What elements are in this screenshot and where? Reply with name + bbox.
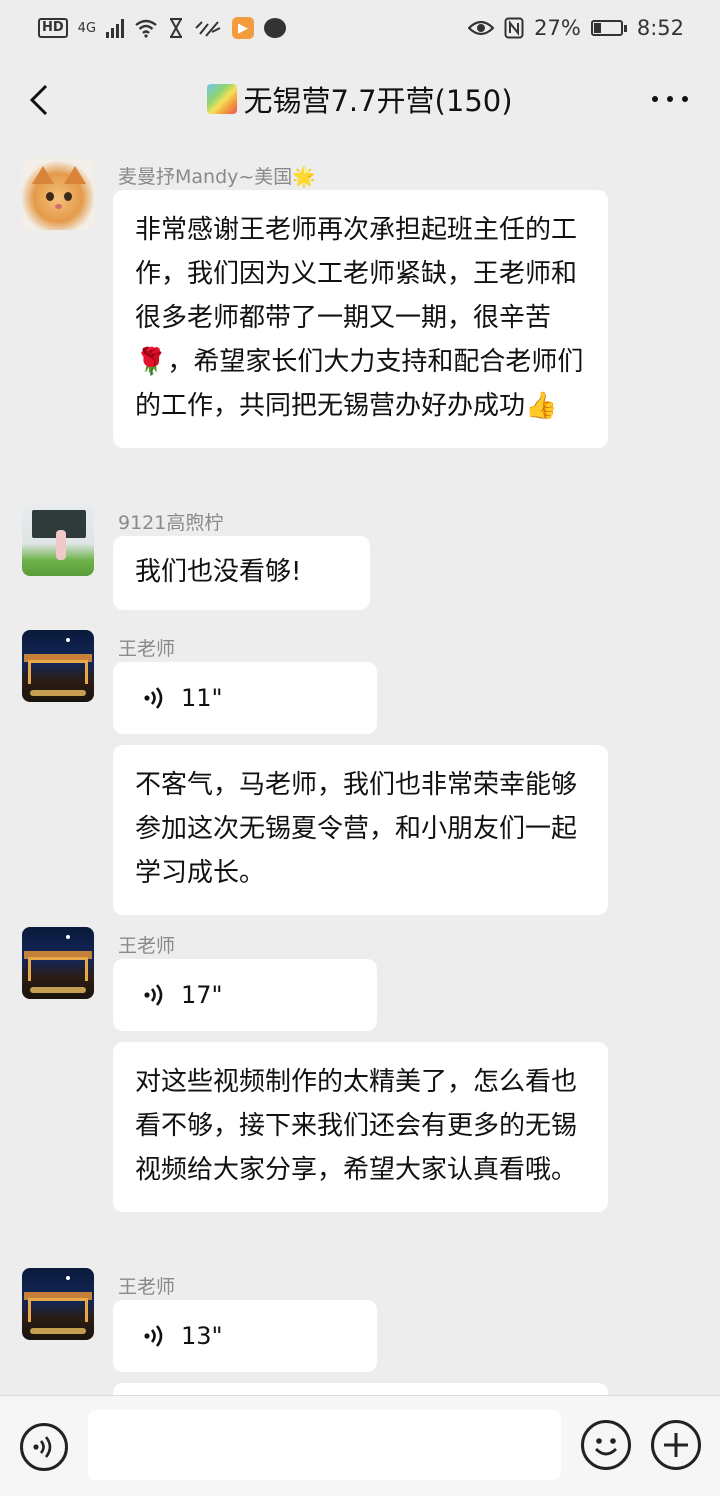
back-arrow-icon[interactable] [22, 80, 62, 120]
sender-name: 麦曼抒Mandy~美国🌟 [118, 166, 316, 188]
message-bubble[interactable]: 非常感谢王老师再次承担起班主任的工作，我们因为义工老师紧缺，王老师和很多老师都带… [113, 190, 608, 448]
hd-indicator: HD [38, 18, 68, 38]
message-bubble[interactable]: 不客气，马老师，我们也非常荣幸能够参加这次无锡夏令营，和小朋友们一起学习成长。 [113, 745, 608, 915]
clock: 8:52 [636, 16, 684, 40]
voice-wave-icon [144, 1325, 163, 1347]
emoji-icon[interactable] [581, 1420, 631, 1470]
input-bar [0, 1395, 720, 1496]
signal-icon [106, 18, 125, 38]
voice-message[interactable]: 11" [113, 662, 377, 734]
message-bubble[interactable]: 我们也没看够! [113, 536, 370, 610]
status-bar: HD 4G ▶ 27% 8:52 [0, 0, 720, 56]
chat-title: 无锡营7.7开营(150) [243, 84, 513, 118]
voice-input-icon[interactable] [20, 1423, 68, 1471]
voice-wave-icon [144, 687, 163, 709]
voice-duration: 13" [181, 1322, 223, 1350]
avatar-photo[interactable] [22, 504, 94, 576]
status-left: HD 4G ▶ [38, 17, 287, 39]
battery-icon [590, 20, 627, 36]
sender-name: 王老师 [118, 935, 176, 957]
voice-duration: 11" [181, 684, 223, 712]
hourglass-icon [170, 18, 183, 38]
status-right: 27% 8:52 [468, 16, 684, 40]
message-input[interactable] [88, 1410, 561, 1480]
sender-name: 9121高煦柠 [118, 512, 224, 534]
avatar-teacher[interactable] [22, 927, 94, 999]
more-options-icon[interactable] [652, 96, 688, 102]
chat-title-group: 无锡营7.7开营(150) [207, 78, 513, 120]
plus-icon[interactable] [651, 1420, 701, 1470]
avatar-teacher[interactable] [22, 1268, 94, 1340]
wifi-icon [135, 19, 157, 38]
avatar-teacher[interactable] [22, 630, 94, 702]
voice-duration: 17" [181, 981, 223, 1009]
eye-comfort-icon [468, 20, 495, 36]
rainbow-emoji-icon [207, 84, 238, 114]
avatar-cat[interactable] [22, 158, 94, 230]
voice-wave-icon [144, 984, 163, 1006]
calligraphy-app-icon [195, 21, 221, 37]
video-app-icon: ▶ [232, 17, 255, 39]
chat-header: 无锡营7.7开营(150) [0, 62, 720, 136]
voice-message[interactable]: 13" [113, 1300, 377, 1372]
battery-percent: 27% [534, 16, 581, 40]
network-type: 4G [77, 20, 97, 36]
message-bubble[interactable]: 对这些视频制作的太精美了，怎么看也看不够，接下来我们还会有更多的无锡视频给大家分… [113, 1042, 608, 1212]
sender-name: 王老师 [118, 1276, 176, 1298]
nfc-icon [504, 17, 524, 39]
chat-notification-icon [264, 18, 287, 38]
sender-name: 王老师 [118, 638, 176, 660]
voice-message[interactable]: 17" [113, 959, 377, 1031]
